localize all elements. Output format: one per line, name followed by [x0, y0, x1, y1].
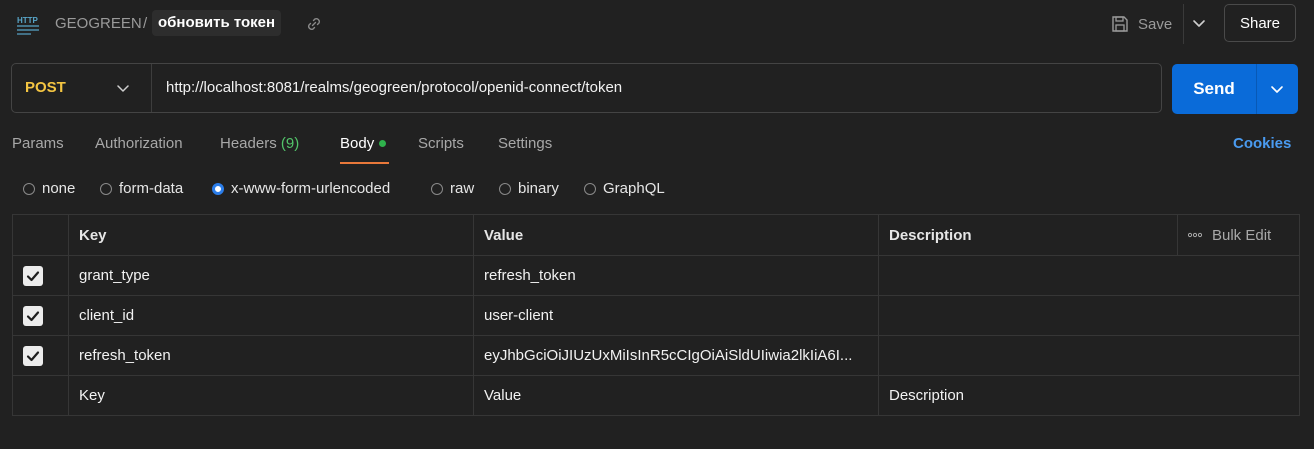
row-description[interactable]: [878, 335, 1300, 376]
radio-none-label: none: [42, 180, 76, 197]
row-checkbox[interactable]: [23, 345, 43, 366]
radio-urlencoded-label: x-www-form-urlencoded: [231, 180, 391, 197]
row-checkbox-cell: [12, 335, 69, 376]
radio-raw-label: raw: [450, 180, 475, 197]
active-tab-indicator: [340, 162, 389, 164]
row-checkbox[interactable]: [23, 305, 43, 326]
tab-settings[interactable]: Settings: [498, 135, 552, 152]
table-header-row: Key Value Description Bulk Edit: [12, 214, 1300, 256]
bulk-edit-cell: Bulk Edit: [1177, 214, 1300, 256]
row-value[interactable]: user-client: [473, 295, 879, 336]
tab-params[interactable]: Params: [12, 135, 64, 152]
tab-authorization[interactable]: Authorization: [95, 135, 183, 152]
http-icon: HTTP: [17, 16, 39, 35]
column-header-key: Key: [68, 214, 474, 256]
bulk-edit-button[interactable]: Bulk Edit: [1188, 227, 1299, 244]
more-horizontal-icon: [1188, 232, 1202, 238]
radio-form-data[interactable]: form-data: [100, 180, 183, 197]
table-row: refresh_token eyJhbGciOiJIUzUxMiIsInR5cC…: [12, 335, 1300, 376]
checkmark-icon: [26, 350, 40, 361]
tab-body[interactable]: Body: [340, 135, 387, 152]
row-checkbox[interactable]: [23, 265, 43, 286]
url-divider: [151, 64, 152, 112]
save-icon: [1112, 16, 1128, 32]
cookies-link[interactable]: Cookies: [1233, 135, 1291, 152]
url-bar: POST http://localhost:8081/realms/geogre…: [11, 63, 1162, 113]
checkmark-icon: [26, 310, 40, 321]
chevron-down-icon[interactable]: [115, 80, 131, 96]
row-key[interactable]: refresh_token: [68, 335, 474, 376]
method-select[interactable]: POST: [25, 79, 66, 96]
save-button[interactable]: Save: [1110, 10, 1172, 38]
table-row: client_id user-client: [12, 295, 1300, 336]
row-checkbox-cell: [12, 295, 69, 336]
radio-raw[interactable]: raw: [431, 180, 474, 197]
chevron-down-icon[interactable]: [1190, 14, 1208, 32]
radio-binary[interactable]: binary: [499, 180, 559, 197]
radio-graphql[interactable]: GraphQL: [584, 180, 665, 197]
send-divider: [1256, 64, 1257, 114]
send-button[interactable]: Send: [1172, 64, 1256, 114]
row-checkbox-cell: [12, 375, 69, 416]
radio-none[interactable]: none: [23, 180, 75, 197]
tab-headers-label: Headers: [220, 135, 277, 152]
checkmark-icon: [26, 270, 40, 281]
header-checkbox-cell: [12, 214, 69, 256]
link-icon[interactable]: [305, 15, 323, 33]
column-header-value: Value: [473, 214, 879, 256]
request-name[interactable]: обновить токен: [152, 10, 282, 36]
new-value-input[interactable]: Value: [473, 375, 879, 416]
share-button[interactable]: Share: [1224, 4, 1296, 42]
top-bar: HTTP GEOGREEN / обновить токен Save Shar…: [0, 0, 1314, 50]
radio-form-data-label: form-data: [119, 180, 184, 197]
table-row-new: Key Value Description: [12, 375, 1300, 416]
row-value[interactable]: refresh_token: [473, 255, 879, 296]
breadcrumb-separator: /: [143, 15, 148, 32]
radio-circle: [431, 182, 443, 195]
save-divider: [1183, 4, 1184, 44]
bulk-edit-label: Bulk Edit: [1212, 226, 1272, 244]
request-tabs: Params Authorization Headers (9) Body Sc…: [0, 130, 1314, 166]
tab-scripts[interactable]: Scripts: [418, 135, 464, 152]
radio-graphql-label: GraphQL: [603, 180, 665, 197]
table-row: grant_type refresh_token: [12, 255, 1300, 296]
radio-circle: [100, 182, 112, 195]
column-header-description: Description: [878, 214, 1178, 256]
send-button-group: Send: [1172, 64, 1298, 114]
new-description-input[interactable]: Description: [878, 375, 1300, 416]
row-value[interactable]: eyJhbGciOiJIUzUxMiIsInR5cCIgOiAiSldUIiwi…: [473, 335, 879, 376]
radio-circle: [23, 182, 35, 195]
radio-binary-label: binary: [518, 180, 559, 197]
row-checkbox-cell: [12, 255, 69, 296]
row-key[interactable]: grant_type: [68, 255, 474, 296]
radio-circle: [499, 182, 511, 195]
radio-circle: [584, 182, 596, 195]
breadcrumb-workspace[interactable]: GEOGREEN: [55, 15, 142, 32]
row-description[interactable]: [878, 295, 1300, 336]
tab-body-label: Body: [340, 135, 375, 152]
svg-text:HTTP: HTTP: [17, 16, 39, 25]
row-key[interactable]: client_id: [68, 295, 474, 336]
chevron-down-icon[interactable]: [1269, 81, 1285, 97]
new-key-input[interactable]: Key: [68, 375, 474, 416]
body-params-table: Key Value Description Bulk Edit grant_ty…: [12, 214, 1300, 416]
url-input[interactable]: http://localhost:8081/realms/geogreen/pr…: [166, 79, 622, 96]
body-type-selector: none form-data x-www-form-urlencoded raw…: [0, 178, 1314, 202]
radio-urlencoded[interactable]: x-www-form-urlencoded: [212, 180, 390, 197]
headers-count-badge: (9): [280, 135, 300, 152]
save-label: Save: [1138, 15, 1173, 33]
body-status-dot: [379, 139, 387, 147]
radio-circle-checked: [212, 182, 224, 195]
tab-headers[interactable]: Headers (9): [220, 135, 299, 152]
row-description[interactable]: [878, 255, 1300, 296]
